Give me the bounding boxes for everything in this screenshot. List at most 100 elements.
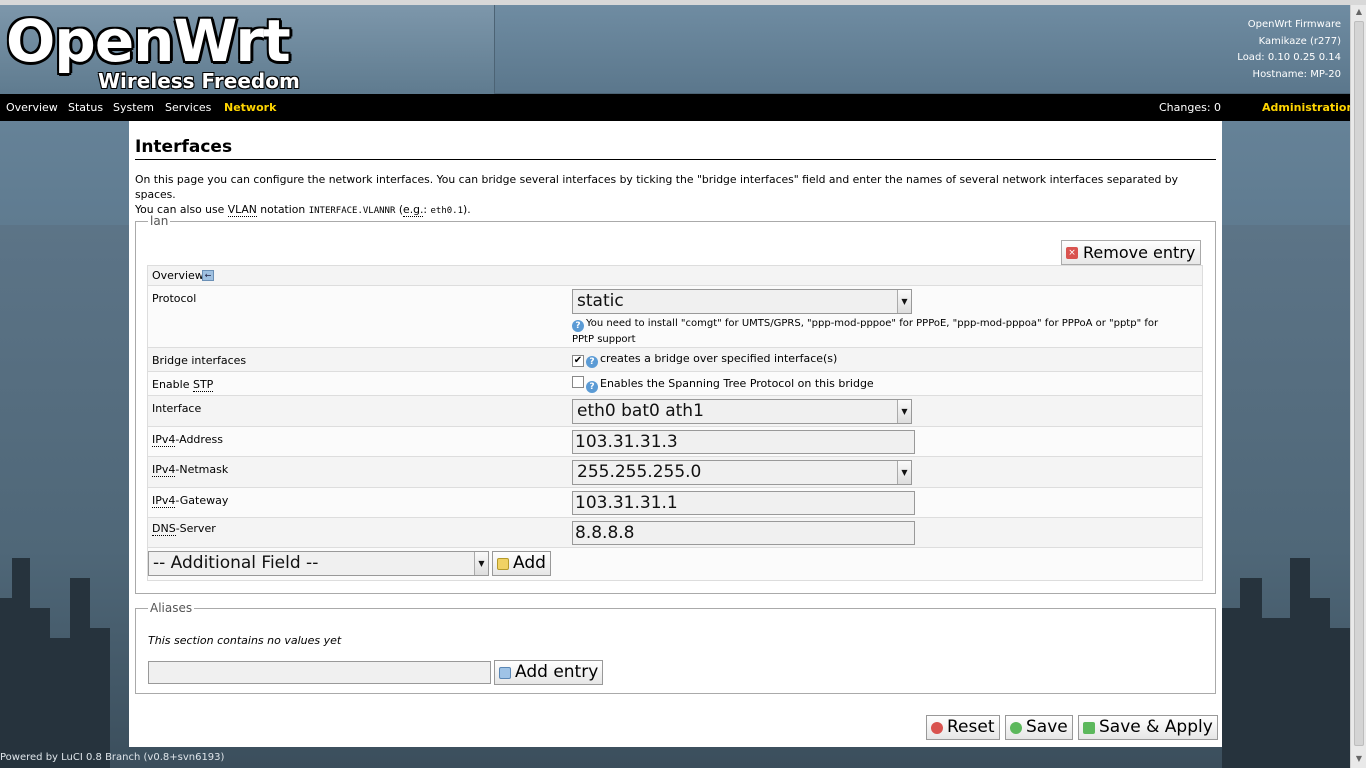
- overview-label: Overview: [152, 269, 204, 282]
- ipv4-abbr: IPv4: [152, 463, 176, 477]
- firmware-version: Kamikaze (r277): [1258, 35, 1341, 47]
- save-apply-label: Save & Apply: [1099, 717, 1213, 737]
- scroll-down-icon[interactable]: ▼: [1354, 754, 1364, 766]
- alias-name-input[interactable]: [148, 661, 491, 684]
- ipv4-gateway-row: IPv4-Gateway 103.31.31.1: [148, 488, 1202, 518]
- page-title: Interfaces: [135, 137, 1216, 160]
- ipv4-gateway-label-text: -Gateway: [175, 494, 229, 507]
- dns-label-text: -Server: [175, 522, 216, 535]
- ipv4-netmask-row: IPv4-Netmask 255.255.255.0 ▼: [148, 457, 1202, 488]
- dns-row: DNS-Server 8.8.8.8: [148, 518, 1202, 548]
- stp-hint: Enables the Spanning Tree Protocol on th…: [600, 377, 874, 390]
- remove-entry-label: Remove entry: [1083, 243, 1196, 262]
- menu-overview[interactable]: Overview: [6, 101, 58, 114]
- desc-line-1: On this page you can configure the netwo…: [135, 173, 1179, 201]
- powered-by-footer[interactable]: Powered by LuCI 0.8 Branch (v0.8+svn6193…: [0, 752, 224, 763]
- reset-icon: [931, 722, 943, 734]
- bridge-checkbox[interactable]: ✔: [572, 355, 584, 367]
- protocol-hint-text: You need to install "comgt" for UMTS/GPR…: [572, 318, 1159, 345]
- system-info: OpenWrt Firmware Kamikaze (r277) Load: 0…: [1237, 17, 1341, 83]
- bridge-label: Bridge interfaces: [152, 354, 247, 367]
- changes-counter[interactable]: Changes: 0: [1159, 101, 1221, 114]
- ipv4-gateway-label: IPv4-Gateway: [152, 494, 229, 508]
- dns-server-input[interactable]: 8.8.8.8: [572, 521, 915, 545]
- interface-selected: eth0 bat0 ath1: [577, 401, 704, 421]
- page-description: On this page you can configure the netwo…: [135, 172, 1220, 219]
- aliases-empty-message: This section contains no values yet: [148, 634, 342, 647]
- bridge-hint: creates a bridge over specified interfac…: [600, 352, 838, 365]
- additional-field-row: -- Additional Field -- ▼ Add: [148, 548, 1202, 580]
- help-icon: ?: [572, 320, 584, 332]
- lan-section: lan × Remove entry Overview ← Protocol s…: [135, 214, 1216, 594]
- menu-system[interactable]: System: [113, 101, 154, 114]
- add-field-button[interactable]: Add: [492, 551, 551, 576]
- system-load: Load: 0.10 0.25 0.14: [1237, 52, 1341, 63]
- firmware-name: OpenWrt Firmware: [1247, 19, 1341, 30]
- ipv4-netmask-cell: 255.255.255.0 ▼: [572, 460, 912, 485]
- add-icon: [497, 558, 509, 570]
- ipv4-abbr: IPv4: [152, 494, 176, 508]
- add-entry-label: Add entry: [515, 662, 599, 682]
- ipv4-address-label: IPv4-Address: [152, 433, 223, 447]
- logo-tagline: Wireless Freedom: [98, 69, 300, 93]
- save-apply-icon: [1083, 722, 1095, 734]
- lan-legend: lan: [150, 214, 169, 228]
- ipv4-netmask-selected: 255.255.255.0: [577, 462, 702, 482]
- chevron-down-icon: ▼: [897, 290, 911, 313]
- protocol-select[interactable]: static ▼: [572, 289, 912, 314]
- ipv4-gateway-input[interactable]: 103.31.31.1: [572, 491, 915, 515]
- lan-fields: Overview ← Protocol static ▼ ? You need t…: [147, 265, 1203, 581]
- reset-label: Reset: [947, 717, 995, 737]
- overview-row: Overview ←: [148, 266, 1202, 286]
- remove-entry-button[interactable]: × Remove entry: [1061, 240, 1202, 265]
- ipv4-netmask-label: IPv4-Netmask: [152, 463, 229, 477]
- menu-status[interactable]: Status: [68, 101, 103, 114]
- openwrt-logo[interactable]: OpenWrt Wireless Freedom: [0, 5, 495, 94]
- dns-cell: 8.8.8.8: [572, 521, 915, 545]
- interface-label: Interface: [152, 402, 202, 415]
- ipv4-address-row: IPv4-Address 103.31.31.3: [148, 427, 1202, 457]
- collapse-icon[interactable]: ←: [202, 270, 214, 281]
- bridge-row: Bridge interfaces ✔? creates a bridge ove…: [148, 348, 1202, 372]
- ipv4-netmask-select[interactable]: 255.255.255.0 ▼: [572, 460, 912, 485]
- menu-administration[interactable]: Administration: [1262, 101, 1354, 114]
- ipv4-address-input[interactable]: 103.31.31.3: [572, 430, 915, 454]
- ipv4-address-cell: 103.31.31.3: [572, 430, 915, 454]
- vertical-scrollbar[interactable]: ▲ ▼: [1350, 5, 1366, 768]
- save-button[interactable]: Save: [1005, 715, 1073, 740]
- interface-row: Interface eth0 bat0 ath1 ▼: [148, 396, 1202, 427]
- bridge-value-cell: ✔? creates a bridge over specified interf…: [572, 352, 837, 368]
- ipv4-netmask-label-text: -Netmask: [175, 463, 229, 476]
- scroll-up-icon[interactable]: ▲: [1354, 7, 1364, 19]
- scroll-thumb[interactable]: [1354, 21, 1364, 746]
- stp-row: Enable STP ? Enables the Spanning Tree Pr…: [148, 372, 1202, 396]
- chevron-down-icon: ▼: [474, 552, 488, 575]
- help-icon: ?: [586, 381, 598, 393]
- additional-field-select[interactable]: -- Additional Field -- ▼: [148, 551, 489, 576]
- save-apply-button[interactable]: Save & Apply: [1078, 715, 1218, 740]
- stp-checkbox[interactable]: [572, 376, 584, 388]
- stp-label-text: Enable: [152, 378, 193, 391]
- add-field-label: Add: [513, 553, 546, 573]
- save-icon: [1010, 722, 1022, 734]
- interface-value-cell: eth0 bat0 ath1 ▼: [572, 399, 912, 424]
- reset-button[interactable]: Reset: [926, 715, 1000, 740]
- help-icon: ?: [586, 356, 598, 368]
- ipv4-gateway-cell: 103.31.31.1: [572, 491, 915, 515]
- chevron-down-icon: ▼: [897, 461, 911, 484]
- dns-label: DNS-Server: [152, 522, 216, 536]
- menu-network[interactable]: Network: [224, 101, 276, 114]
- protocol-hint: ? You need to install "comgt" for UMTS/GP…: [572, 316, 1182, 347]
- interface-select[interactable]: eth0 bat0 ath1 ▼: [572, 399, 912, 424]
- stp-label: Enable STP: [152, 378, 214, 392]
- main-content: Interfaces On this page you can configur…: [129, 121, 1222, 747]
- stp-value-cell: ? Enables the Spanning Tree Protocol on t…: [572, 376, 874, 393]
- menu-services[interactable]: Services: [165, 101, 211, 114]
- header: OpenWrt Wireless Freedom OpenWrt Firmwar…: [0, 5, 1350, 94]
- hostname: Hostname: MP-20: [1252, 68, 1341, 80]
- ipv4-address-label-text: -Address: [175, 433, 223, 446]
- save-label: Save: [1026, 717, 1068, 737]
- protocol-label: Protocol: [152, 292, 197, 305]
- add-entry-button[interactable]: Add entry: [494, 660, 604, 685]
- add-entry-icon: [499, 667, 511, 679]
